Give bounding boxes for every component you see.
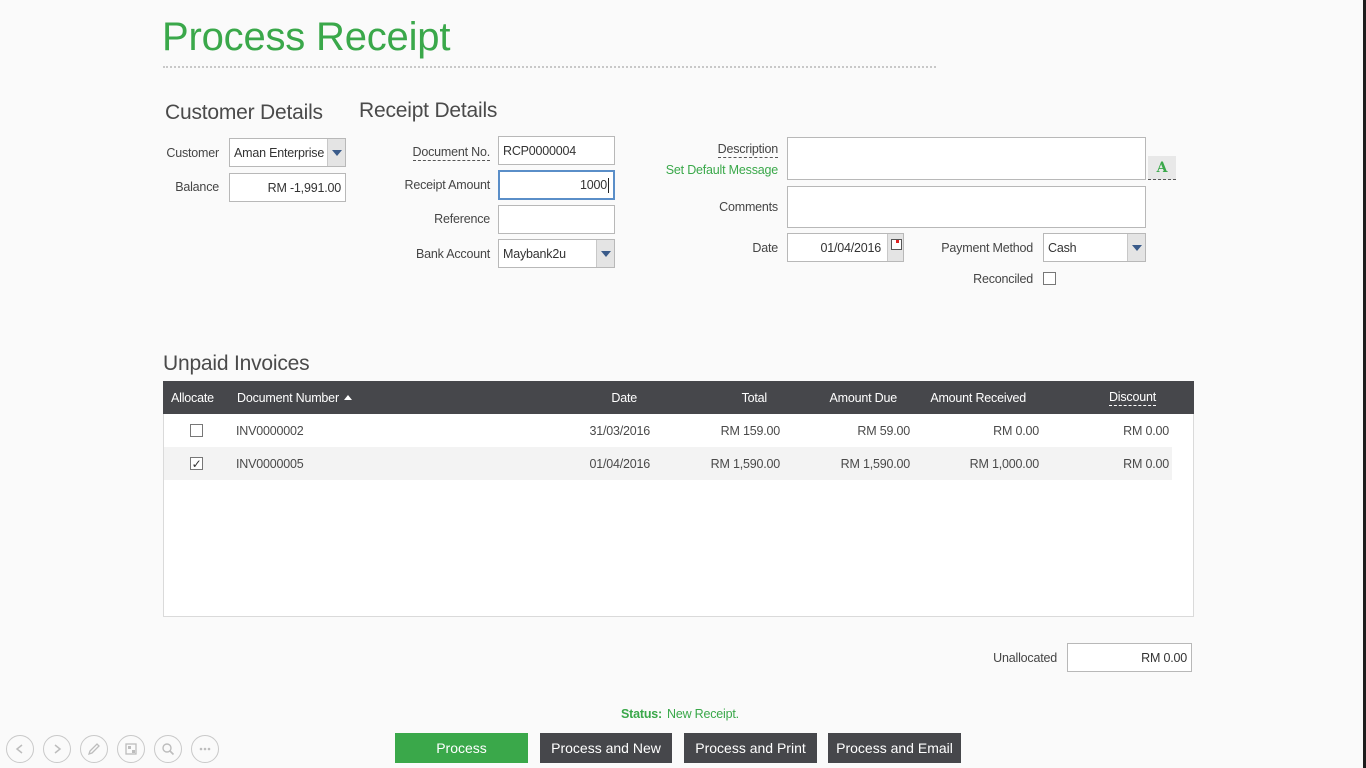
balance-value: RM -1,991.00 (267, 180, 342, 195)
more-icon[interactable] (191, 735, 219, 763)
balance-label: Balance (175, 180, 219, 194)
payment-method-select[interactable]: Cash (1043, 233, 1146, 262)
receipt-amount-label: Receipt Amount (404, 178, 491, 192)
amount-received-cell: RM 0.00 (993, 423, 1039, 438)
comments-input[interactable] (787, 186, 1146, 228)
receipt-amount-value: 1000 (579, 178, 607, 192)
document-no-label-wrap: Document No. (380, 143, 490, 161)
table-row: INV0000002 31/03/2016 RM 159.00 RM 59.00… (164, 414, 1172, 447)
document-no-input[interactable]: RCP0000004 (498, 136, 615, 165)
receipt-details-heading: Receipt Details (359, 99, 498, 122)
pen-icon[interactable] (80, 735, 108, 763)
reference-input[interactable] (498, 205, 615, 234)
unallocated-value: RM 0.00 (1141, 650, 1187, 665)
process-and-print-button[interactable]: Process and Print (684, 733, 817, 763)
chevron-down-icon[interactable] (596, 240, 614, 267)
reconciled-label: Reconciled (973, 272, 1033, 286)
reconciled-checkbox[interactable] (1043, 272, 1056, 285)
set-default-message-link[interactable]: Set Default Message (640, 163, 778, 177)
description-input[interactable] (787, 137, 1146, 180)
date-cell: 31/03/2016 (589, 423, 650, 438)
col-date[interactable]: Date (563, 381, 637, 414)
text-caret (608, 177, 609, 193)
allocate-checkbox[interactable] (190, 424, 203, 437)
unallocated-field: RM 0.00 (1067, 643, 1192, 672)
col-discount-label: Discount (1108, 389, 1156, 406)
status-value: New Receipt. (667, 707, 739, 721)
payment-method-value: Cash (1048, 240, 1077, 255)
date-input[interactable]: 01/04/2016 (787, 233, 904, 262)
col-amount-received[interactable]: Amount Received (913, 381, 1026, 414)
font-format-button[interactable]: A (1148, 156, 1176, 180)
date-cell: 01/04/2016 (589, 456, 650, 471)
document-number-cell: INV0000005 (236, 456, 304, 471)
description-label-wrap: Description (660, 140, 778, 158)
status-label: Status: (621, 707, 662, 721)
allocate-checkbox[interactable]: ✓ (190, 457, 203, 470)
document-no-value: RCP0000004 (503, 143, 577, 158)
date-label: Date (752, 241, 778, 255)
col-document-number-label: Document Number (237, 390, 339, 405)
amount-due-cell: RM 59.00 (857, 423, 910, 438)
reference-label: Reference (434, 212, 490, 226)
invoices-table-header: Allocate Document Number Date Total Amou… (163, 381, 1194, 414)
col-discount[interactable]: Discount (1063, 381, 1156, 414)
amount-received-cell: RM 1,000.00 (969, 456, 1040, 471)
total-cell: RM 159.00 (720, 423, 781, 438)
process-and-email-button[interactable]: Process and Email (828, 733, 961, 763)
payment-method-label: Payment Method (941, 241, 1033, 255)
process-button[interactable]: Process (395, 733, 528, 763)
allocate-cell (190, 414, 203, 447)
table-row: ✓ INV0000005 01/04/2016 RM 1,590.00 RM 1… (164, 447, 1172, 480)
font-icon: A (1156, 159, 1168, 176)
unpaid-invoices-heading: Unpaid Invoices (163, 352, 310, 375)
unallocated-label: Unallocated (993, 651, 1057, 665)
slides-icon[interactable] (117, 735, 145, 763)
chevron-down-icon[interactable] (1127, 234, 1145, 261)
col-total[interactable]: Total (683, 381, 768, 414)
bank-account-value: Maybank2u (503, 246, 566, 261)
amount-due-cell: RM 1,590.00 (840, 456, 911, 471)
presentation-nav (6, 735, 219, 763)
customer-value: Aman Enterprise (234, 145, 325, 160)
col-allocate[interactable]: Allocate (171, 381, 214, 414)
allocate-cell: ✓ (190, 447, 203, 480)
document-no-label: Document No. (412, 145, 490, 161)
sort-ascending-icon (343, 395, 352, 400)
customer-label: Customer (166, 146, 219, 160)
customer-details-heading: Customer Details (165, 101, 323, 124)
balance-field: RM -1,991.00 (229, 173, 346, 202)
comments-label: Comments (719, 200, 778, 214)
chevron-down-icon[interactable] (327, 139, 345, 166)
total-cell: RM 1,590.00 (710, 456, 781, 471)
calendar-icon[interactable] (887, 234, 903, 261)
discount-cell: RM 0.00 (1123, 456, 1169, 471)
title-divider (163, 66, 936, 68)
description-label: Description (717, 142, 778, 158)
process-and-new-button[interactable]: Process and New (540, 733, 672, 763)
bank-account-select[interactable]: Maybank2u (498, 239, 615, 268)
col-document-number[interactable]: Document Number (237, 381, 352, 414)
forward-icon[interactable] (43, 735, 71, 763)
customer-select[interactable]: Aman Enterprise (229, 138, 346, 167)
zoom-icon[interactable] (154, 735, 182, 763)
discount-cell: RM 0.00 (1123, 423, 1169, 438)
receipt-amount-input[interactable]: 1000 (498, 170, 615, 200)
back-icon[interactable] (6, 735, 34, 763)
col-amount-due[interactable]: Amount Due (793, 381, 898, 414)
page-title: Process Receipt (162, 15, 451, 59)
date-value: 01/04/2016 (820, 240, 881, 255)
bank-account-label: Bank Account (415, 247, 490, 261)
document-number-cell: INV0000002 (236, 423, 304, 438)
